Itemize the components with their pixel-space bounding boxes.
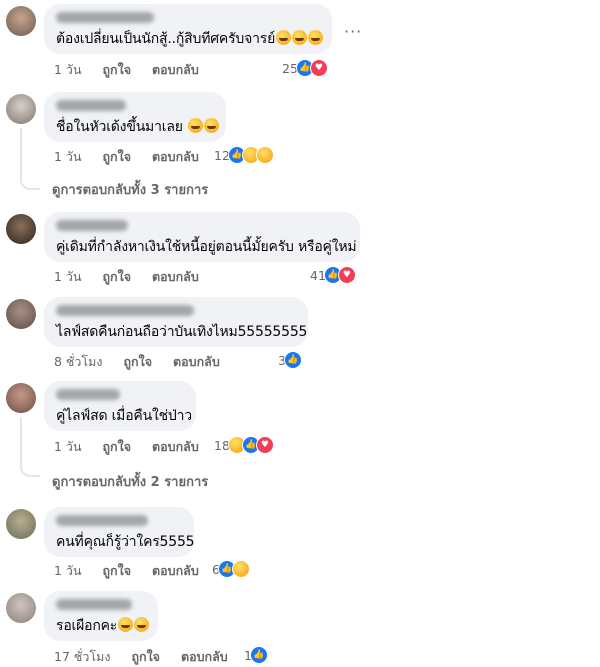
thread-line <box>20 417 22 463</box>
view-replies-link[interactable]: ดูการตอบกลับทั้ง 3 รายการ <box>52 179 208 200</box>
wow-icon <box>255 146 274 164</box>
rofl-emoji-icon <box>292 30 308 45</box>
comment-bubble: คู่เดิมที่กำลังหาเงินใช้หนี้อยู่ตอนนี้มั… <box>44 212 360 262</box>
comment-actions: 8 ชั่วโมง ถูกใจ ตอบกลับ <box>54 352 237 372</box>
thread-curve <box>20 461 40 477</box>
care-icon <box>231 560 250 578</box>
comment-bubble: ต้องเปลี่ยนเป็นนักสู้..กู้สิบทีศครับจารย… <box>44 4 332 54</box>
avatar[interactable] <box>6 6 36 36</box>
rofl-emoji-icon <box>118 617 134 632</box>
comment-text: คู่เดิมที่กำลังหาเงินใช้หนี้อยู่ตอนนี้มั… <box>56 239 357 255</box>
comment-bubble: รอเผือกคะ <box>44 591 158 641</box>
reply-button[interactable]: ตอบกลับ <box>152 437 199 457</box>
rofl-emoji-icon <box>276 30 292 45</box>
like-icon: 👍 <box>249 646 268 664</box>
author-name[interactable] <box>56 389 120 400</box>
avatar[interactable] <box>6 593 36 623</box>
comment-actions: 1 วัน ถูกใจ ตอบกลับ <box>54 437 216 457</box>
comment-bubble: ชื่อในหัวเด้งขึ้นมาเลย <box>44 92 226 142</box>
comment-bubble: คู่ไลฟ์สด เมื่อคืนใช่ป่าว <box>44 381 196 431</box>
comment-text: ชื่อในหัวเด้งขึ้นมาเลย <box>56 119 183 135</box>
reply-button[interactable]: ตอบกลับ <box>173 352 220 372</box>
love-icon: ♥ <box>255 436 274 454</box>
avatar[interactable] <box>6 509 36 539</box>
author-name[interactable] <box>56 305 194 316</box>
timestamp[interactable]: 1 วัน <box>54 437 82 457</box>
love-icon: ♥ <box>337 266 356 284</box>
comment-text: คนที่คุณก็รู้ว่าใคร5555 <box>56 534 195 550</box>
comment-actions: 1 วัน ถูกใจ ตอบกลับ <box>54 561 216 581</box>
avatar[interactable] <box>6 383 36 413</box>
thread-line <box>20 128 22 176</box>
timestamp[interactable]: 17 ชั่วโมง <box>54 647 110 667</box>
more-options-icon[interactable]: ··· <box>344 22 362 41</box>
reaction-summary[interactable]: 3 👍 <box>278 351 302 369</box>
reaction-summary[interactable]: 41 👍 ♥ <box>310 266 356 284</box>
like-button[interactable]: ถูกใจ <box>102 437 131 457</box>
comment-actions: 17 ชั่วโมง ถูกใจ ตอบกลับ <box>54 647 245 667</box>
view-replies-link[interactable]: ดูการตอบกลับทั้ง 2 รายการ <box>52 471 208 492</box>
author-name[interactable] <box>56 12 154 23</box>
comment-text: คู่ไลฟ์สด เมื่อคืนใช่ป่าว <box>56 408 192 424</box>
avatar[interactable] <box>6 299 36 329</box>
author-name[interactable] <box>56 220 128 231</box>
timestamp[interactable]: 1 วัน <box>54 267 82 287</box>
reply-button[interactable]: ตอบกลับ <box>152 147 199 167</box>
comment-actions: 1 วัน ถูกใจ ตอบกลับ <box>54 147 216 167</box>
timestamp[interactable]: 8 ชั่วโมง <box>54 352 103 372</box>
like-button[interactable]: ถูกใจ <box>123 352 152 372</box>
like-button[interactable]: ถูกใจ <box>102 561 131 581</box>
reaction-summary[interactable]: 25 👍 ♥ <box>282 59 328 77</box>
timestamp[interactable]: 1 วัน <box>54 561 82 581</box>
rofl-emoji-icon <box>308 30 324 45</box>
comment-text: รอเผือกคะ <box>56 618 118 634</box>
reaction-summary[interactable]: 1 👍 <box>244 646 268 664</box>
author-name[interactable] <box>56 599 132 610</box>
love-icon: ♥ <box>309 59 328 77</box>
author-name[interactable] <box>56 100 126 111</box>
reply-button[interactable]: ตอบกลับ <box>152 60 199 80</box>
like-button[interactable]: ถูกใจ <box>131 647 160 667</box>
reaction-summary[interactable]: 6 👍 <box>212 560 250 578</box>
rofl-emoji-icon <box>187 118 203 133</box>
comment-bubble: คนที่คุณก็รู้ว่าใคร5555 <box>44 507 195 557</box>
author-name[interactable] <box>56 515 148 526</box>
reaction-summary[interactable]: 18 👍 ♥ <box>214 436 274 454</box>
comment-text: ต้องเปลี่ยนเป็นนักสู้..กู้สิบทีศครับจารย… <box>56 31 276 47</box>
timestamp[interactable]: 1 วัน <box>54 60 82 80</box>
like-button[interactable]: ถูกใจ <box>102 147 131 167</box>
comment-text: ไลฟ์สดคืนก่อนถือว่าบันเทิงไหม55555555 <box>56 324 308 340</box>
reply-button[interactable]: ตอบกลับ <box>181 647 228 667</box>
like-button[interactable]: ถูกใจ <box>102 267 131 287</box>
reply-button[interactable]: ตอบกลับ <box>152 561 199 581</box>
reply-button[interactable]: ตอบกลับ <box>152 267 199 287</box>
rofl-emoji-icon <box>203 118 219 133</box>
like-button[interactable]: ถูกใจ <box>102 60 131 80</box>
timestamp[interactable]: 1 วัน <box>54 147 82 167</box>
avatar[interactable] <box>6 214 36 244</box>
like-icon: 👍 <box>283 351 302 369</box>
rofl-emoji-icon <box>134 617 150 632</box>
avatar[interactable] <box>6 94 36 124</box>
thread-curve <box>20 174 40 190</box>
comment-bubble: ไลฟ์สดคืนก่อนถือว่าบันเทิงไหม55555555 <box>44 297 308 347</box>
comment-actions: 1 วัน ถูกใจ ตอบกลับ <box>54 60 216 80</box>
reaction-summary[interactable]: 12 👍 <box>214 146 274 164</box>
comment-actions: 1 วัน ถูกใจ ตอบกลับ <box>54 267 216 287</box>
